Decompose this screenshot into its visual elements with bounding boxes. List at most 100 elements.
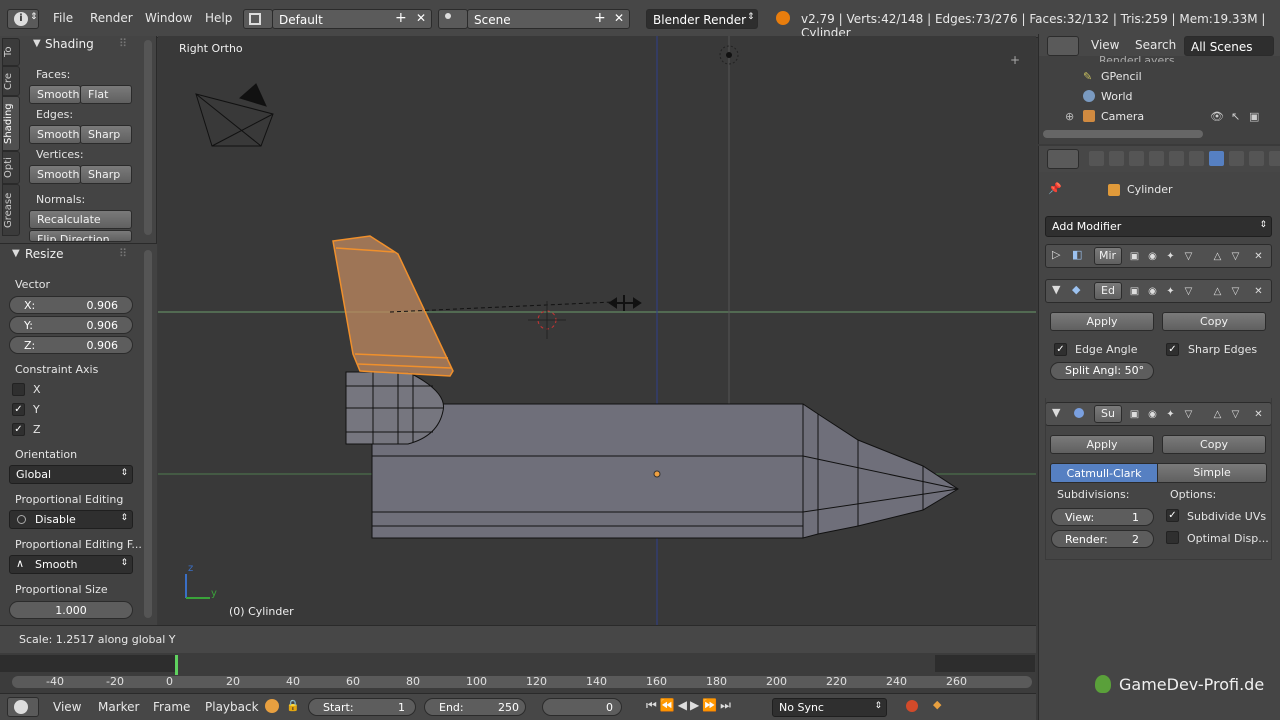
subdivisions-render-field[interactable]: Render: 2 xyxy=(1051,530,1154,548)
move-down-icon[interactable]: ▽ xyxy=(1228,249,1243,264)
subsurf-modifier-name[interactable]: Su xyxy=(1094,405,1122,423)
3d-viewport[interactable]: + Right Ortho (0) Cylinder z y xyxy=(158,36,1036,625)
remove-icon[interactable]: ✕ xyxy=(1251,407,1266,422)
render-layers-tab-icon[interactable] xyxy=(1109,151,1124,166)
menu-render[interactable]: Render xyxy=(90,11,133,25)
render-engine-dropdown[interactable]: Blender Render ⇕ xyxy=(646,9,758,29)
material-tab-icon[interactable] xyxy=(1249,151,1264,166)
drag-handle-icon[interactable]: ⠿ xyxy=(119,247,127,260)
subsurf-copy-button[interactable]: Copy xyxy=(1162,435,1266,454)
add-modifier-dropdown[interactable]: Add Modifier ⇕ xyxy=(1045,216,1272,237)
current-frame-field[interactable]: 0 xyxy=(542,698,622,716)
playback-controls[interactable]: ⏮⏪◀▶⏩⏭ xyxy=(646,698,766,716)
start-frame-field[interactable]: Start: 1 xyxy=(308,698,416,716)
outliner-item-gpencil[interactable]: GPencil xyxy=(1101,70,1142,83)
texture-tab-icon[interactable] xyxy=(1269,151,1280,166)
expand-triangle-icon[interactable]: ▷ xyxy=(1052,248,1060,261)
faces-smooth-button[interactable]: Smooth xyxy=(29,85,81,104)
move-up-icon[interactable]: △ xyxy=(1210,249,1225,264)
move-down-icon[interactable]: ▽ xyxy=(1228,284,1243,299)
subsurf-apply-button[interactable]: Apply xyxy=(1050,435,1154,454)
cage-icon[interactable]: ▽ xyxy=(1181,407,1196,422)
edit-mode-icon[interactable]: ✦ xyxy=(1163,284,1178,299)
constraint-y-checkbox[interactable]: ✓ xyxy=(12,403,25,416)
subdivisions-view-field[interactable]: View: 1 xyxy=(1051,508,1154,526)
catmull-clark-tab[interactable]: Catmull-Clark xyxy=(1050,463,1158,483)
vertices-smooth-button[interactable]: Smooth xyxy=(29,165,81,184)
tab-tools[interactable]: To xyxy=(2,38,20,66)
edge-split-modifier-header[interactable]: ▼ ◆ Ed ▣ ◉ ✦ ▽ △ ▽ ✕ xyxy=(1045,279,1272,303)
outliner-scrollbar[interactable] xyxy=(1043,130,1203,138)
viewport-canvas[interactable]: + xyxy=(158,36,1036,625)
cursor-select-icon[interactable]: ↖ xyxy=(1231,110,1240,123)
scene-field[interactable]: Scene + ✕ xyxy=(467,9,630,29)
render-tab-icon[interactable] xyxy=(1089,151,1104,166)
proportional-size-field[interactable]: 1.000 xyxy=(9,601,133,619)
collapse-triangle-icon[interactable]: ▼ xyxy=(12,248,20,259)
remove-icon[interactable]: ✕ xyxy=(1251,249,1266,264)
outliner-item-world[interactable]: World xyxy=(1101,90,1133,103)
recalculate-button[interactable]: Recalculate xyxy=(29,210,132,229)
scene-tab-icon[interactable] xyxy=(1129,151,1144,166)
vector-y-field[interactable]: Y: 0.906 xyxy=(9,316,133,334)
outliner-filter-dropdown[interactable]: All Scenes xyxy=(1184,36,1274,56)
screen-layout-icon-button[interactable] xyxy=(243,9,273,29)
move-up-icon[interactable]: △ xyxy=(1210,284,1225,299)
proportional-falloff-dropdown[interactable]: ∧ Smooth ⇕ xyxy=(9,555,133,574)
editor-type-button[interactable] xyxy=(1047,36,1079,56)
world-tab-icon[interactable] xyxy=(1149,151,1164,166)
tab-shading[interactable]: Shading xyxy=(2,96,20,151)
edges-sharp-button[interactable]: Sharp xyxy=(80,125,132,144)
constraint-z-checkbox[interactable]: ✓ xyxy=(12,423,25,436)
edit-mode-icon[interactable]: ✦ xyxy=(1163,249,1178,264)
tool-scrollbar[interactable] xyxy=(144,40,152,235)
collapse-triangle-icon[interactable]: ▼ xyxy=(1052,406,1060,419)
sync-dropdown[interactable]: No Sync ⇕ xyxy=(772,698,887,717)
proportional-editing-dropdown[interactable]: Disable ⇕ xyxy=(9,510,133,529)
edit-mode-icon[interactable]: ✦ xyxy=(1163,407,1178,422)
data-tab-icon[interactable] xyxy=(1229,151,1244,166)
outliner-item-camera[interactable]: Camera xyxy=(1101,110,1144,123)
faces-flat-button[interactable]: Flat xyxy=(80,85,132,104)
end-frame-field[interactable]: End: 250 xyxy=(424,698,526,716)
lock-icon[interactable]: 🔒 xyxy=(286,699,300,712)
edge-split-apply-button[interactable]: Apply xyxy=(1050,312,1154,331)
render-camera-icon[interactable]: ▣ xyxy=(1127,407,1142,422)
menu-help[interactable]: Help xyxy=(205,11,232,25)
object-tab-icon[interactable] xyxy=(1169,151,1184,166)
vector-x-field[interactable]: X: 0.906 xyxy=(9,296,133,314)
eye-icon[interactable]: 👁 xyxy=(1210,110,1224,123)
edge-split-modifier-name[interactable]: Ed xyxy=(1094,282,1122,300)
current-frame-marker[interactable] xyxy=(175,655,178,675)
cage-icon[interactable]: ▽ xyxy=(1181,249,1196,264)
subsurf-modifier-header[interactable]: ▼ Su ▣ ◉ ✦ ▽ △ ▽ ✕ xyxy=(1045,402,1272,426)
editor-type-button[interactable] xyxy=(7,697,39,717)
constraints-tab-icon[interactable] xyxy=(1189,151,1204,166)
constraint-x-checkbox[interactable] xyxy=(12,383,25,396)
cage-icon[interactable]: ▽ xyxy=(1181,284,1196,299)
mirror-modifier-header[interactable]: ▷ ◧ Mir ▣ ◉ ✦ ▽ △ ▽ ✕ xyxy=(1045,244,1272,268)
editor-type-button[interactable] xyxy=(1047,149,1079,169)
flip-direction-button[interactable]: Flip Direction xyxy=(29,230,132,242)
eye-icon[interactable]: ◉ xyxy=(1145,407,1160,422)
menu-window[interactable]: Window xyxy=(145,11,192,25)
render-camera-icon[interactable]: ▣ xyxy=(1127,249,1142,264)
editor-type-button[interactable]: i ⇕ xyxy=(7,9,39,29)
add-icon[interactable]: + xyxy=(594,10,606,26)
move-up-icon[interactable]: △ xyxy=(1210,407,1225,422)
optimal-display-checkbox[interactable] xyxy=(1166,531,1179,544)
add-icon[interactable]: + xyxy=(395,10,407,26)
move-down-icon[interactable]: ▽ xyxy=(1228,407,1243,422)
menu-playback[interactable]: Playback xyxy=(205,700,259,714)
edge-angle-checkbox[interactable]: ✓ xyxy=(1054,343,1067,356)
pin-icon[interactable]: 📌 xyxy=(1048,182,1062,195)
modifiers-tab-icon[interactable] xyxy=(1209,151,1224,166)
eye-icon[interactable]: ◉ xyxy=(1145,249,1160,264)
menu-file[interactable]: File xyxy=(53,11,73,25)
tab-options[interactable]: Opti xyxy=(2,151,20,184)
menu-view[interactable]: View xyxy=(1091,38,1119,52)
split-angle-field[interactable]: Split Angl: 50° xyxy=(1050,362,1154,380)
orientation-dropdown[interactable]: Global ⇕ xyxy=(9,465,133,484)
render-camera-icon[interactable]: ▣ xyxy=(1249,110,1259,123)
timeline-area[interactable]: -40 -20 0 20 40 60 80 100 120 140 160 180 200 220 240 2… xyxy=(0,653,1036,693)
